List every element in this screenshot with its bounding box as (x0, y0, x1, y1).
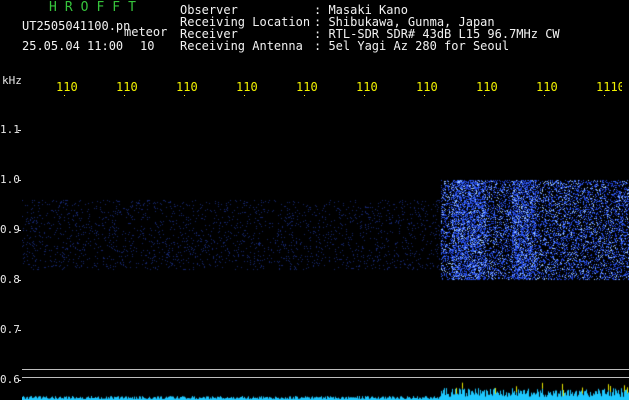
x-tick-label: 110 (56, 80, 78, 94)
spectrogram-canvas[interactable] (22, 96, 629, 400)
capture-datetime: 25.05.04 11:00 (22, 39, 124, 53)
metadata-antenna: Receiving Antenna : 5el Yagi Az 280 for … (180, 40, 560, 52)
y-tick-mark (18, 180, 21, 181)
y-tick-mark (18, 280, 21, 281)
y-tick-mark (18, 380, 21, 381)
y-tick-mark (18, 130, 21, 131)
x-tick-label: 110 (476, 80, 498, 94)
y-tick-mark (18, 230, 21, 231)
x-tick-label: 1110 (596, 80, 622, 94)
y-axis-unit: kHz (2, 74, 22, 87)
level-lower-line (22, 377, 629, 378)
metadata-key: Receiving Antenna (180, 39, 303, 53)
event-count: 10 (140, 39, 155, 53)
x-tick-label: 110 (236, 80, 258, 94)
level-upper-line (22, 369, 629, 370)
x-tick-label: 110 (536, 80, 558, 94)
file-name: UT2505041100.pn (22, 19, 131, 33)
observation-metadata: Observer : Masaki Kano Receiving Locatio… (180, 4, 560, 52)
file-type: meteor (124, 25, 168, 39)
y-tick-mark (18, 330, 21, 331)
x-tick-label: 110 (416, 80, 438, 94)
metadata-value: : 5el Yagi Az 280 for Seoul (314, 39, 510, 53)
x-tick-label: 110 (356, 80, 378, 94)
x-tick-label: 110 (296, 80, 318, 94)
x-tick-label: 110 (116, 80, 138, 94)
x-tick-label: 110 (176, 80, 198, 94)
app-title: HROFFT (49, 0, 144, 15)
